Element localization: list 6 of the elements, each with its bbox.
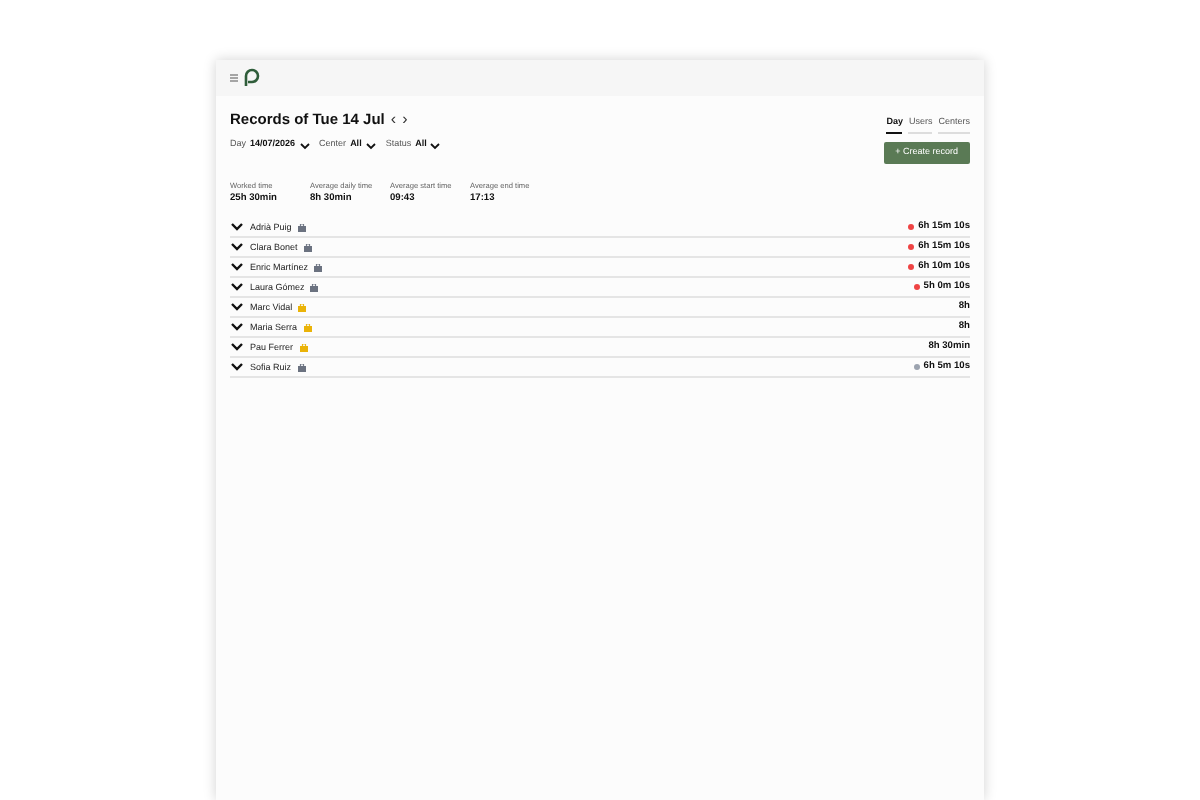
chevron-down-icon [430, 141, 441, 150]
chevron-down-icon [365, 141, 376, 150]
chevron-down-icon [299, 141, 310, 150]
logo-icon [242, 68, 260, 88]
next-button[interactable]: › [402, 111, 408, 128]
previous-button[interactable]: ‹ [390, 111, 397, 128]
